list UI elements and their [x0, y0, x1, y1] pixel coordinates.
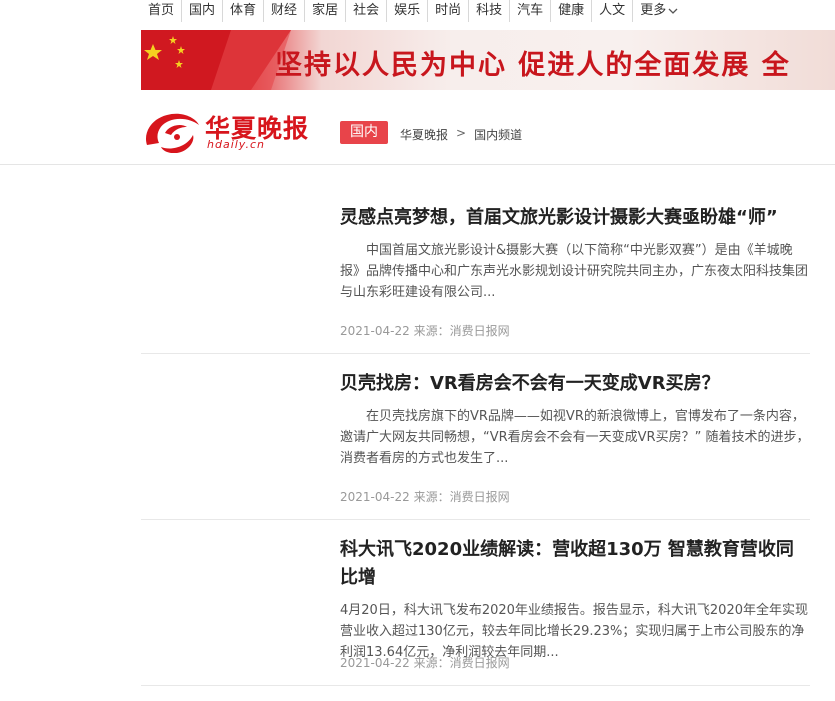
article-source: 来源：消费日报网 — [413, 656, 510, 670]
banner-slogan: 坚持以人民为中心 促进人的全面发展 全 — [275, 50, 791, 81]
breadcrumb: 华夏晚报 > 国内频道 — [400, 126, 522, 143]
article-source: 来源：消费日报网 — [413, 490, 510, 504]
article-title[interactable]: 灵感点亮梦想，首届文旅光影设计摄影大赛亟盼雄“师” — [340, 204, 810, 232]
article-source: 来源：消费日报网 — [413, 324, 510, 338]
breadcrumb-home-link[interactable]: 华夏晚报 — [400, 126, 448, 143]
article-meta: 2021-04-22 来源：消费日报网 — [340, 322, 510, 339]
chevron-down-icon — [668, 8, 678, 14]
breadcrumb-separator: > — [456, 126, 467, 140]
article-item: 灵感点亮梦想，首届文旅光影设计摄影大赛亟盼雄“师” 中国首届文旅光影设计&摄影大… — [141, 190, 810, 354]
article-date: 2021-04-22 — [340, 656, 410, 670]
slogan-banner[interactable]: 坚持以人民为中心 促进人的全面发展 全 — [141, 30, 835, 90]
article-title[interactable]: 贝壳找房：VR看房会不会有一天变成VR买房？ — [340, 370, 810, 398]
flag-graphic — [141, 30, 291, 90]
article-meta: 2021-04-22 来源：消费日报网 — [340, 654, 510, 671]
top-nav: 首页 国内 体育 财经 家居 社会 娱乐 时尚 科技 汽车 健康 人文 更多 — [141, 0, 685, 22]
nav-item-culture[interactable]: 人文 — [592, 0, 634, 22]
nav-item-fashion[interactable]: 时尚 — [428, 0, 470, 22]
site-logo[interactable]: 华夏晚报 hdaily.cn — [141, 107, 308, 155]
nav-item-home-living[interactable]: 家居 — [305, 0, 347, 22]
nav-item-auto[interactable]: 汽车 — [510, 0, 552, 22]
logo-swirl-icon — [145, 113, 199, 153]
article-summary: 中国首届文旅光影设计&摄影大赛（以下简称“中光影双赛”）是由《羊城晚报》品牌传播… — [340, 243, 809, 300]
article-item: 科大讯飞2020业绩解读：营收超130万 智慧教育营收同比增 4月20日，科大讯… — [141, 520, 810, 686]
nav-more-label: 更多 — [640, 3, 667, 18]
article-title[interactable]: 科大讯飞2020业绩解读：营收超130万 智慧教育营收同比增 — [340, 536, 810, 592]
nav-item-home[interactable]: 首页 — [141, 0, 183, 22]
article-summary: 在贝壳找房旗下的VR品牌——如视VR的新浪微博上，官博发布了一条内容，邀请广大网… — [340, 409, 810, 466]
nav-item-health[interactable]: 健康 — [551, 0, 593, 22]
article-date: 2021-04-22 — [340, 490, 410, 504]
article-meta: 2021-04-22 来源：消费日报网 — [340, 488, 510, 505]
article-item: 贝壳找房：VR看房会不会有一天变成VR买房？ 在贝壳找房旗下的VR品牌——如视V… — [141, 354, 810, 520]
nav-item-finance[interactable]: 财经 — [264, 0, 306, 22]
nav-item-tech[interactable]: 科技 — [469, 0, 511, 22]
nav-item-domestic[interactable]: 国内 — [182, 0, 224, 22]
breadcrumb-channel-link[interactable]: 国内频道 — [474, 126, 522, 143]
nav-item-sports[interactable]: 体育 — [223, 0, 265, 22]
nav-item-society[interactable]: 社会 — [346, 0, 388, 22]
channel-tag[interactable]: 国内 — [340, 121, 388, 144]
article-date: 2021-04-22 — [340, 324, 410, 338]
nav-more-button[interactable]: 更多 — [633, 0, 685, 22]
logo-domain: hdaily.cn — [207, 138, 265, 151]
nav-item-entertainment[interactable]: 娱乐 — [387, 0, 429, 22]
